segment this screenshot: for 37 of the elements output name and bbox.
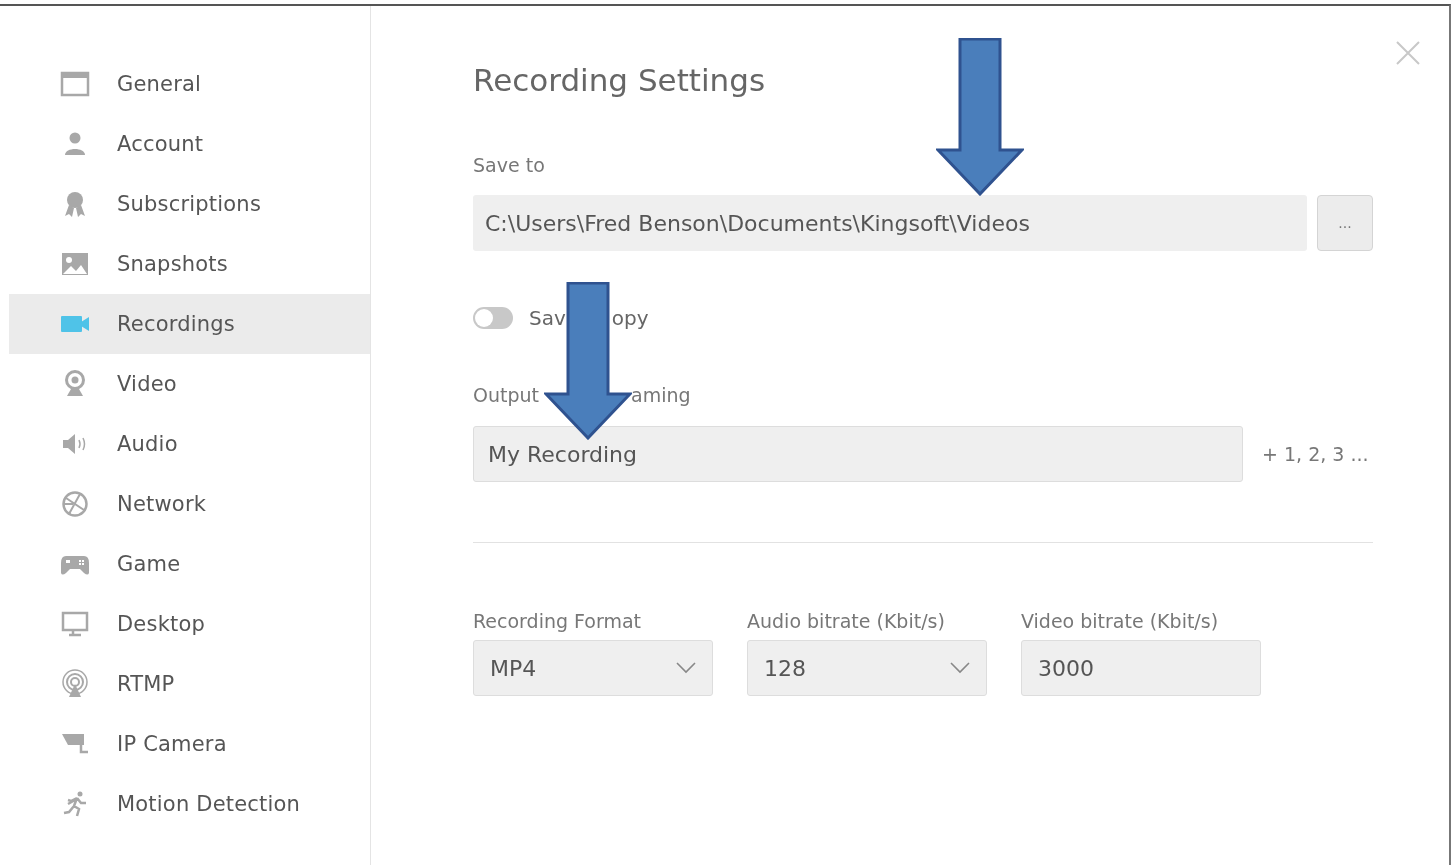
- sidebar-item[interactable]: Recordings: [9, 294, 370, 354]
- sidebar-item[interactable]: Video: [9, 354, 370, 414]
- chevron-down-icon: [950, 662, 970, 674]
- sidebar-item[interactable]: Snapshots: [9, 234, 370, 294]
- sidebar-item[interactable]: Subscriptions: [9, 174, 370, 234]
- monitor-icon: [60, 609, 90, 639]
- dropdown[interactable]: 128: [747, 640, 987, 696]
- browse-button[interactable]: ...: [1317, 195, 1373, 251]
- broadcast-tower-icon: [60, 669, 90, 699]
- sidebar-item[interactable]: Desktop: [9, 594, 370, 654]
- sidebar-item[interactable]: RTMP: [9, 654, 370, 714]
- sidebar-item[interactable]: IP Camera: [9, 714, 370, 774]
- suffix-text: + 1, 2, 3 ...: [1262, 443, 1369, 465]
- dropdown[interactable]: MP4: [473, 640, 713, 696]
- sidebar-item[interactable]: Audio: [9, 414, 370, 474]
- toggle-label: Sav: [529, 306, 566, 330]
- chevron-down-icon: [676, 662, 696, 674]
- toggle-switch[interactable]: [473, 307, 513, 329]
- page-title: Recording Settings: [473, 62, 767, 100]
- sidebar-item[interactable]: Game: [9, 534, 370, 594]
- toggle-label: opy: [611, 306, 649, 330]
- field-label: Audio bitrate (Kbit/s): [747, 610, 946, 634]
- sidebar-item[interactable]: General: [9, 54, 370, 114]
- field-label: Output: [473, 384, 539, 406]
- sidebar-item[interactable]: Network: [9, 474, 370, 534]
- field-label: Save to: [473, 154, 546, 178]
- sidebar-item[interactable]: Account: [9, 114, 370, 174]
- name-field[interactable]: My Recording: [473, 426, 1243, 482]
- close-icon[interactable]: [1396, 41, 1420, 65]
- field-label: Video bitrate (Kbit/s): [1021, 610, 1220, 634]
- field-label: aming: [631, 384, 691, 406]
- window-icon: [60, 69, 90, 99]
- path-field[interactable]: C:\Users\Fred Benson\Documents\Kingsoft\Videos: [473, 195, 1307, 251]
- sidebar-item[interactable]: Motion Detection: [9, 774, 370, 834]
- field-label: Recording Format: [473, 610, 643, 634]
- globe-icon: [60, 489, 90, 519]
- input-field[interactable]: 3000: [1021, 640, 1261, 696]
